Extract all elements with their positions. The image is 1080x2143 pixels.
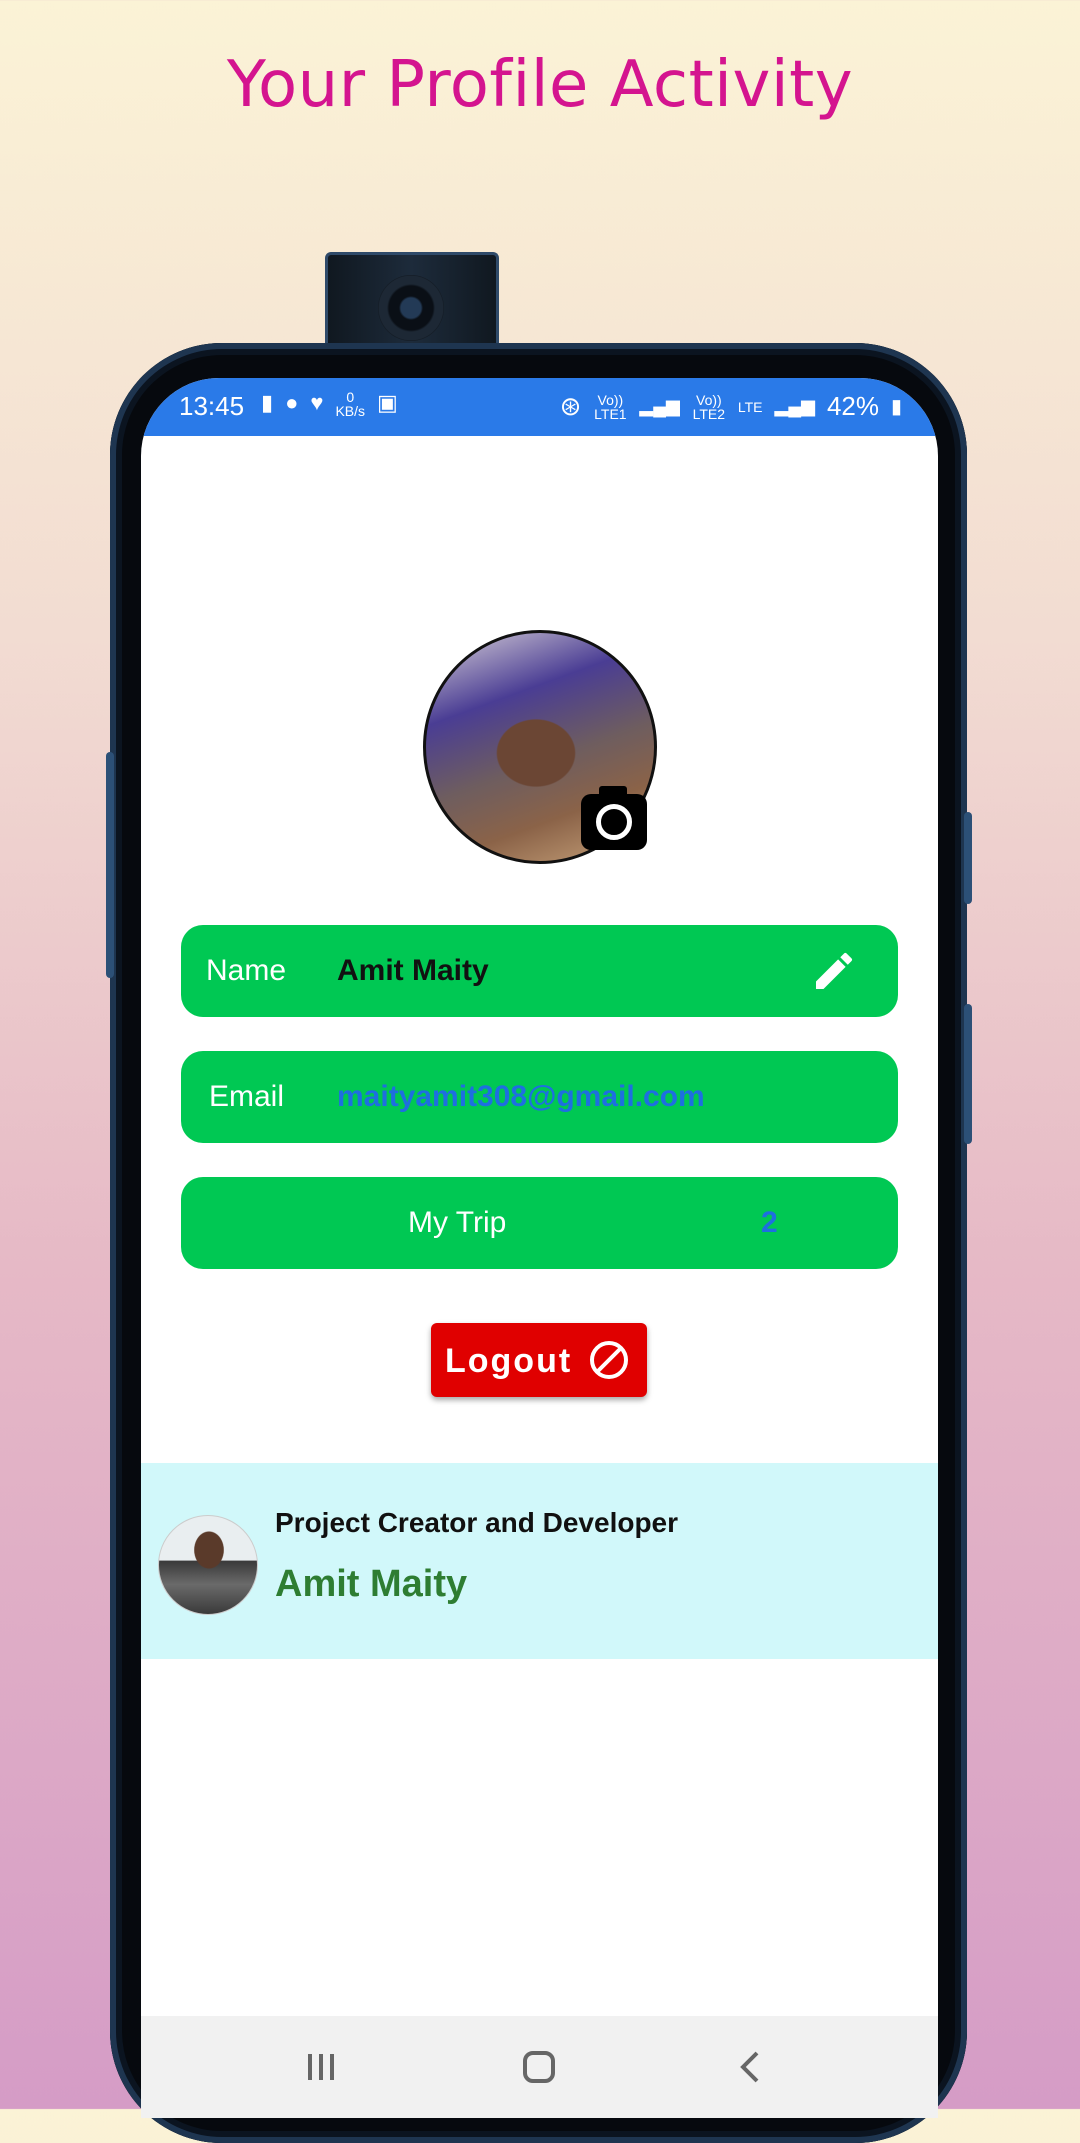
email-value: maityamit308@gmail.com [337, 1080, 705, 1113]
battery-icon: ▮ [890, 396, 902, 418]
jio-icon: ● [285, 390, 299, 415]
edit-name-icon[interactable] [810, 947, 858, 995]
phone-side-button [964, 1004, 972, 1144]
back-icon[interactable] [721, 2042, 781, 2092]
recents-icon[interactable] [291, 2042, 351, 2092]
system-status-icons: ⊛ Vo)) LTE1 ▂▄▆ Vo)) LTE2 LTE ▂▄▆ 42% ▮ [560, 391, 902, 422]
logout-label: Logout [445, 1342, 573, 1380]
phone-volume-button [106, 752, 114, 978]
name-label: Name [206, 954, 287, 987]
gallery-icon: ▣ [377, 390, 398, 415]
lte-indicator: LTE [737, 398, 763, 415]
signal1-icon: ▂▄▆ [639, 396, 680, 416]
battery-level: 42% [826, 391, 879, 421]
my-trip-label: My Trip [408, 1206, 507, 1239]
notification-icons: ▮ ● ♥ 0 KB/s ▣ [261, 390, 398, 418]
logout-button[interactable]: Logout [431, 1323, 647, 1397]
my-trip-button[interactable]: My Trip 2 [181, 1177, 898, 1269]
home-icon[interactable] [509, 2042, 569, 2092]
promo-headline: Your Profile Activity [226, 48, 854, 122]
volte2-indicator: Vo)) LTE2 [692, 391, 726, 422]
net-speed-unit: KB/s [335, 403, 366, 419]
developer-name: Amit Maity [275, 1563, 468, 1605]
name-value: Amit Maity [337, 954, 489, 987]
hotspot-icon: ⊛ [559, 391, 582, 421]
block-icon [590, 1341, 628, 1379]
camera-lens-icon [378, 275, 444, 341]
app-screen: 13:45 ▮ ● ♥ 0 KB/s ▣ ⊛ Vo)) LTE1 ▂▄▆ Vo))… [141, 378, 938, 2118]
change-photo-camera-icon[interactable] [581, 786, 647, 850]
signal2-icon: ▂▄▆ [774, 396, 815, 416]
phone-power-button [964, 812, 972, 904]
status-time: 13:45 [179, 391, 245, 421]
message-icon: ▮ [261, 390, 274, 415]
heart-icon: ♥ [310, 390, 324, 415]
developer-credit: Project Creator and Developer Amit Maity [141, 1463, 938, 1659]
credit-title: Project Creator and Developer [275, 1507, 679, 1538]
status-bar: 13:45 ▮ ● ♥ 0 KB/s ▣ ⊛ Vo)) LTE1 ▂▄▆ Vo))… [141, 378, 938, 436]
name-field: Name Amit Maity [181, 925, 898, 1017]
trip-count: 2 [761, 1206, 778, 1239]
volte1-indicator: Vo)) LTE1 [594, 391, 627, 422]
net-speed: 0 KB/s [335, 390, 365, 418]
navigation-bar [141, 2016, 938, 2118]
email-label: Email [209, 1080, 285, 1113]
email-field: Email maityamit308@gmail.com [181, 1051, 898, 1143]
developer-avatar [158, 1515, 258, 1615]
